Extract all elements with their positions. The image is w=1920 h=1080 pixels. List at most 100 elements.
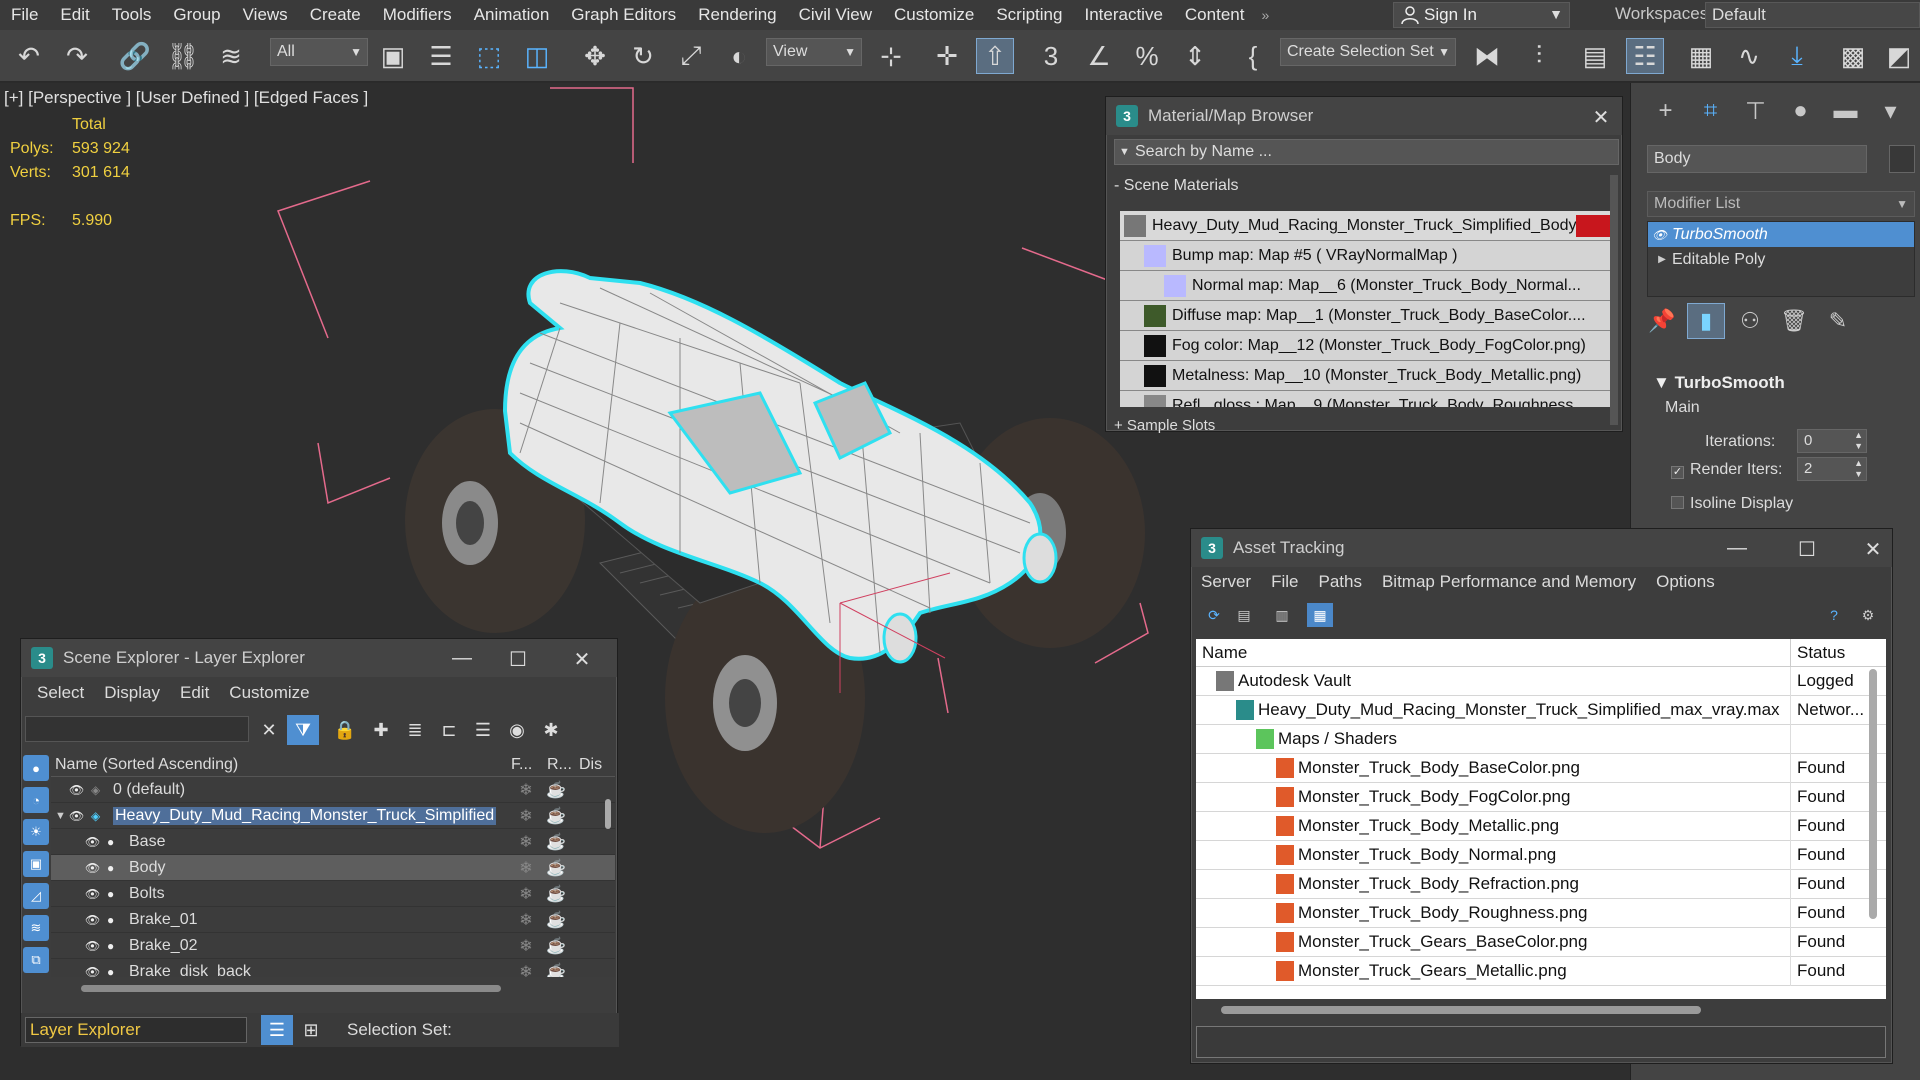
modifier-list-dropdown[interactable]: Modifier List ▼ — [1647, 191, 1915, 217]
sign-in-dropdown[interactable]: Sign In ▼ — [1393, 2, 1570, 28]
table-row[interactable]: Monster_Truck_Body_Normal.png Found — [1196, 840, 1886, 870]
asset-menu-options[interactable]: Options — [1656, 572, 1715, 592]
render-teapot-icon[interactable]: ☕ — [541, 858, 571, 878]
selection-set-icon[interactable]: ⊞ — [295, 1015, 327, 1045]
render-setup-icon[interactable]: ◩ — [1880, 38, 1918, 74]
table-row[interactable]: Monster_Truck_Gears_Metallic.png Found — [1196, 956, 1886, 986]
eye-icon[interactable]: 👁 — [85, 939, 107, 953]
create-tab-icon[interactable]: + — [1643, 93, 1688, 129]
add-layer-icon[interactable]: ✚ — [365, 715, 397, 745]
pin-stack-icon[interactable]: 📌 — [1643, 303, 1681, 339]
detail-view-icon[interactable]: ▥ — [1269, 603, 1295, 627]
edit-named-selection-icon[interactable]: { — [1234, 38, 1272, 74]
bind-space-warp-icon[interactable]: ≋ — [212, 38, 250, 74]
undo-icon[interactable]: ↶ — [10, 38, 48, 74]
freeze-icon[interactable]: ❄ — [511, 962, 541, 978]
lock-icon[interactable]: 🔒 — [329, 715, 361, 745]
menu-item-customize[interactable]: Customize — [883, 0, 985, 30]
freeze-icon[interactable]: ❄ — [511, 780, 541, 800]
material-browser-titlebar[interactable]: 3 Material/Map Browser ✕ — [1106, 97, 1622, 135]
menu-item-graph-editors[interactable]: Graph Editors — [560, 0, 687, 30]
expand-arrow-icon[interactable]: ▶ — [1652, 254, 1672, 265]
redo-icon[interactable]: ↷ — [58, 38, 96, 74]
map-row[interactable]: Diffuse map: Map__1 (Monster_Truck_Body_… — [1120, 301, 1616, 331]
hide-toggle-icon[interactable]: ◉ — [501, 715, 533, 745]
maximize-icon[interactable]: ☐ — [503, 647, 533, 672]
eye-icon[interactable]: 👁 — [69, 809, 91, 823]
geometry-filter-icon[interactable]: ● — [23, 755, 49, 781]
list-item[interactable]: 👁 ● Bolts ❄ ☕ — [51, 881, 615, 907]
render-teapot-icon[interactable]: ☕ — [541, 780, 571, 800]
table-row[interactable]: Monster_Truck_Body_FogColor.png Found — [1196, 782, 1886, 812]
scene-menu-customize[interactable]: Customize — [229, 683, 309, 703]
table-row[interactable]: Autodesk Vault Logged — [1196, 666, 1886, 696]
explorer-type-dropdown[interactable]: Layer Explorer — [25, 1017, 247, 1043]
map-row[interactable]: Bump map: Map #5 ( VRayNormalMap ) — [1120, 241, 1616, 271]
add-to-layer-icon[interactable]: ≣ — [399, 715, 431, 745]
selection-filter-dropdown[interactable]: All ▼ — [270, 38, 368, 66]
map-row[interactable]: Metalness: Map__10 (Monster_Truck_Body_M… — [1120, 361, 1616, 391]
freeze-toggle-icon[interactable]: ✱ — [535, 715, 567, 745]
map-row[interactable]: Normal map: Map__6 (Monster_Truck_Body_N… — [1120, 271, 1616, 301]
scene-explorer-toggle-icon[interactable]: ▤ — [1576, 38, 1614, 74]
column-header-display[interactable]: Dis — [579, 756, 609, 774]
menu-item-tools[interactable]: Tools — [101, 0, 163, 30]
menu-item-civil-view[interactable]: Civil View — [788, 0, 883, 30]
menu-overflow-button[interactable]: » — [1255, 7, 1275, 23]
stack-item-editable-poly[interactable]: ▶ Editable Poly — [1648, 247, 1914, 272]
menu-item-modifiers[interactable]: Modifiers — [372, 0, 463, 30]
table-row[interactable]: Monster_Truck_Body_Refraction.png Found — [1196, 869, 1886, 899]
material-row[interactable]: Heavy_Duty_Mud_Racing_Monster_Truck_Simp… — [1120, 211, 1616, 241]
asset-menu-file[interactable]: File — [1271, 572, 1298, 592]
angle-snap-icon[interactable]: ∠ — [1080, 38, 1118, 74]
expand-arrow-icon[interactable]: ▼ — [55, 810, 69, 822]
asset-menu-bitmap-performance-and-memory[interactable]: Bitmap Performance and Memory — [1382, 572, 1636, 592]
menu-item-create[interactable]: Create — [299, 0, 372, 30]
freeze-icon[interactable]: ❄ — [511, 884, 541, 904]
column-header-status[interactable]: Status — [1791, 639, 1845, 666]
list-item[interactable]: 👁 ● Base ❄ ☕ — [51, 829, 615, 855]
menu-item-scripting[interactable]: Scripting — [985, 0, 1073, 30]
freeze-icon[interactable]: ❄ — [511, 910, 541, 930]
render-teapot-icon[interactable]: ☕ — [541, 832, 571, 852]
spacewarp-filter-icon[interactable]: ≋ — [23, 915, 49, 941]
close-icon[interactable]: ✕ — [567, 647, 597, 672]
window-crossing-icon[interactable]: ◫ — [518, 38, 556, 74]
light-filter-icon[interactable]: ☀ — [23, 819, 49, 845]
asset-status-field[interactable] — [1196, 1026, 1886, 1058]
layer-explorer-toggle-icon[interactable]: ☷ — [1626, 38, 1664, 74]
scene-materials-group[interactable]: - Scene Materials — [1114, 177, 1239, 195]
list-item[interactable]: 👁 ● Body ❄ ☕ — [51, 855, 615, 881]
camera-filter-icon[interactable]: ▣ — [23, 851, 49, 877]
eye-icon[interactable]: 👁 — [69, 783, 91, 797]
map-row[interactable]: Fog color: Map__12 (Monster_Truck_Body_F… — [1120, 331, 1616, 361]
select-by-name-icon[interactable]: ☰ — [422, 38, 460, 74]
scene-search-input[interactable] — [25, 716, 249, 742]
render-teapot-icon[interactable]: ☕ — [541, 936, 571, 956]
table-row[interactable]: Monster_Truck_Body_Roughness.png Found — [1196, 898, 1886, 928]
material-editor-icon[interactable]: ▩ — [1834, 38, 1872, 74]
column-header-render[interactable]: R... — [547, 756, 579, 774]
viewport-label[interactable]: [+] [Perspective ] [User Defined ] [Edge… — [4, 88, 368, 108]
close-icon[interactable]: ✕ — [1586, 105, 1616, 130]
make-unique-icon[interactable]: ⚇ — [1731, 303, 1769, 339]
scene-menu-edit[interactable]: Edit — [180, 683, 209, 703]
object-color-swatch[interactable] — [1889, 145, 1915, 173]
keyboard-shortcut-override-icon[interactable]: ⇧ — [976, 38, 1014, 74]
iterations-spinner[interactable]: 0 ▲ ▼ — [1797, 429, 1867, 453]
vertical-scrollbar[interactable] — [605, 799, 611, 829]
place-icon[interactable]: ◐ — [720, 38, 758, 74]
hierarchy-tab-icon[interactable]: ⊤ — [1733, 93, 1778, 129]
rotate-icon[interactable]: ↻ — [624, 38, 662, 74]
list-item[interactable]: 👁 ◈ 0 (default) ❄ ☕ — [51, 777, 615, 803]
table-row[interactable]: Monster_Truck_Body_BaseColor.png Found — [1196, 753, 1886, 783]
asset-tracking-titlebar[interactable]: 3 Asset Tracking — ☐ ✕ — [1191, 529, 1892, 567]
link-icon[interactable]: 🔗 — [116, 38, 154, 74]
column-header-freeze[interactable]: F... — [511, 756, 547, 774]
pivot-center-icon[interactable]: ⊹ — [872, 38, 910, 74]
menu-item-file[interactable]: File — [0, 0, 49, 30]
material-search-input[interactable]: ▼ Search by Name ... — [1114, 139, 1619, 165]
modify-tab-icon[interactable]: ⌗ — [1688, 93, 1733, 129]
layer-manager-icon[interactable]: ☰ — [261, 1015, 293, 1045]
unlink-icon[interactable]: ⛓ — [164, 38, 202, 74]
